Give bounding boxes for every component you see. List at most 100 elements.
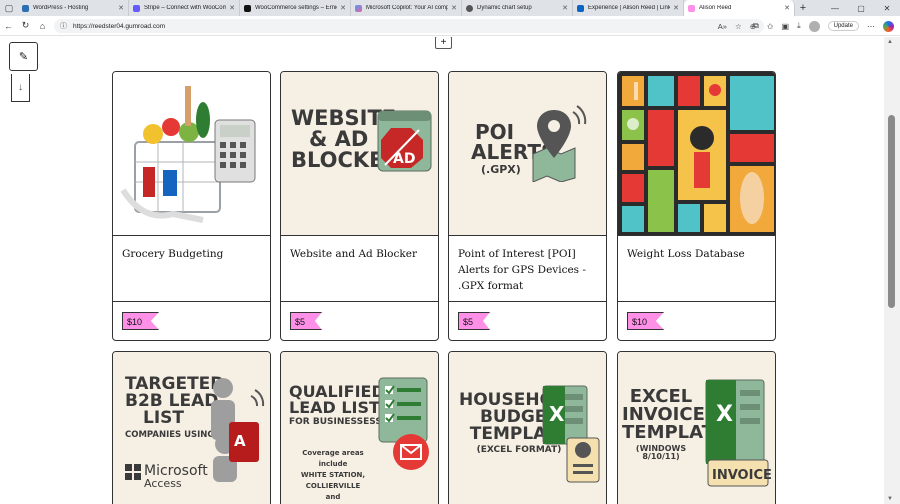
site-info-icon[interactable]: ⓘ [60, 21, 67, 31]
map-pin-icon [532, 105, 587, 182]
refresh-icon[interactable]: ↻ [17, 16, 34, 36]
back-icon[interactable]: ← [0, 16, 17, 36]
product-card[interactable]: Grocery Budgeting $10 [112, 71, 271, 341]
invoice-label: INVOICE [712, 468, 772, 483]
chatgpt-favicon-icon [466, 4, 473, 12]
thumb-text: Access [144, 477, 182, 490]
close-icon[interactable]: ✕ [673, 4, 679, 12]
close-icon[interactable]: ✕ [229, 4, 235, 12]
price-tag: $10 [122, 312, 160, 330]
new-tab-button[interactable]: + [795, 0, 811, 16]
tab-wordpress[interactable]: WordPress - Hosting ✕ [18, 0, 129, 16]
thumb-text: Microsoft [144, 463, 208, 479]
tab-stripe[interactable]: Stripe – Connect with WooComm ✕ [129, 0, 240, 16]
people-access-icon [211, 378, 265, 482]
tab-copilot[interactable]: Microsoft Copilot: Your AI comp ✕ [351, 0, 462, 16]
window-controls: — ▢ ✕ [822, 0, 900, 16]
microsoft-logo-icon [125, 464, 141, 480]
price-area: $10 [618, 302, 775, 340]
read-aloud-icon[interactable]: A» [718, 22, 727, 31]
update-button[interactable]: Update [827, 21, 859, 31]
thumb-text: WHITE STATION, [300, 471, 366, 479]
product-thumbnail[interactable] [618, 72, 775, 236]
thumb-text: TEMPLATE [622, 422, 727, 443]
gumroad-favicon-icon [688, 4, 695, 12]
product-card[interactable]: QUALIFIED LEAD LIST FOR BUSINESSESS Cove… [280, 351, 439, 504]
product-card[interactable]: POI ALERTS (.GPX) Point of Interest [POI… [448, 71, 607, 341]
url-text[interactable]: https://reedster04.gumroad.com [73, 23, 718, 30]
product-title[interactable]: Grocery Budgeting [113, 236, 270, 302]
product-card[interactable]: TARGETED B2B LEAD LIST COMPANIES USING M… [112, 351, 271, 504]
product-title[interactable]: Weight Loss Database [618, 236, 775, 302]
excel-budget-icon [542, 385, 600, 483]
product-title[interactable]: Website and Ad Blocker [281, 236, 438, 302]
excel-badge: X [716, 402, 733, 427]
tab-label: Alison Reed [699, 5, 732, 11]
tab-linkedin[interactable]: Experience | Alison Reed | Linked ✕ [573, 0, 684, 16]
downloads-icon[interactable]: ⤓ [797, 21, 801, 31]
excel-badge: X [549, 402, 565, 426]
price-area: $10 [113, 302, 270, 340]
more-menu-icon[interactable]: ⋯ [867, 22, 875, 31]
gumroad-profile-page: + ✎ ↓ Grocery Budgeting $10 WEBSITE & AD… [0, 37, 884, 504]
price-tag: $5 [290, 312, 323, 330]
address-bar[interactable]: ⓘ https://reedster04.gumroad.com A» ☆ ⊕ [54, 19, 764, 33]
product-card[interactable]: Weight Loss Database $10 [617, 71, 776, 341]
close-window-icon[interactable]: ✕ [874, 0, 900, 16]
scroll-down-icon[interactable]: ▼ [887, 496, 893, 502]
tab-label: Stripe – Connect with WooComm [144, 5, 227, 11]
product-thumbnail[interactable]: HOUSEHOLD BUDGET TEMPLATE (EXCEL FORMAT)… [449, 352, 606, 504]
thumb-text: FOR BUSINESSESS [289, 417, 382, 427]
close-icon[interactable]: ✕ [118, 4, 124, 12]
tab-woocommerce[interactable]: WooCommerce settings – Ernie N ✕ [240, 0, 351, 16]
profile-avatar[interactable] [808, 20, 820, 32]
copilot-favicon-icon [355, 4, 362, 12]
product-card[interactable]: EXCEL INVOICE TEMPLATE (WINDOWS 8/10/11)… [617, 351, 776, 504]
tab-label: Dynamic chart setup [477, 5, 532, 11]
favorites-icon[interactable]: ✩ [767, 22, 774, 31]
product-title[interactable]: Point of Interest [POI] Alerts for GPS D… [449, 236, 606, 302]
product-thumbnail[interactable]: QUALIFIED LEAD LIST FOR BUSINESSESS Cove… [281, 352, 438, 504]
extensions-icon[interactable]: ⧉ [753, 21, 759, 31]
browser-toolbar: ← ↻ ⌂ ⓘ https://reedster04.gumroad.com A… [0, 16, 900, 36]
product-card[interactable]: WEBSITE & AD BLOCKER AD Website and Ad B… [280, 71, 439, 341]
maximize-icon[interactable]: ▢ [848, 0, 874, 16]
product-thumbnail[interactable]: POI ALERTS (.GPX) [449, 72, 606, 236]
grocery-basket-illustration [120, 86, 256, 223]
move-down-button[interactable]: ↓ [11, 74, 30, 102]
product-thumbnail[interactable]: EXCEL INVOICE TEMPLATE (WINDOWS 8/10/11)… [618, 352, 775, 504]
ad-badge: AD [393, 151, 416, 167]
price-area: $5 [449, 302, 606, 340]
access-badge: A [234, 432, 246, 450]
tab-strip: ▢ WordPress - Hosting ✕ Stripe – Connect… [0, 0, 900, 16]
minimize-icon[interactable]: — [822, 0, 848, 16]
close-icon[interactable]: ✕ [340, 4, 346, 12]
tab-dynamic-chart[interactable]: Dynamic chart setup ✕ [462, 0, 573, 16]
copilot-icon[interactable] [883, 20, 894, 32]
thumb-text: (WINDOWS 8/10/11) [635, 444, 687, 461]
thumb-text: LEAD LIST [289, 398, 380, 417]
tab-actions-icon[interactable]: ▢ [0, 0, 18, 16]
add-section-button[interactable]: + [435, 37, 452, 49]
product-thumbnail[interactable] [113, 72, 270, 236]
linkedin-favicon-icon [577, 4, 584, 12]
tab-alison-reed[interactable]: Alison Reed ✕ [684, 0, 795, 16]
product-thumbnail[interactable]: TARGETED B2B LEAD LIST COMPANIES USING M… [113, 352, 270, 504]
scroll-up-icon[interactable]: ▲ [887, 39, 893, 45]
tab-label: Microsoft Copilot: Your AI comp [366, 5, 449, 11]
close-icon[interactable]: ✕ [784, 4, 790, 12]
tab-label: WooCommerce settings – Ernie N [255, 5, 338, 11]
checklist-email-icon [378, 377, 429, 470]
thumb-text: Coverage areas include [302, 449, 364, 468]
thumb-text: COLLIERVILLE [305, 482, 361, 490]
scrollbar-thumb[interactable] [888, 115, 895, 308]
product-thumbnail[interactable]: WEBSITE & AD BLOCKER AD [281, 72, 438, 236]
home-icon[interactable]: ⌂ [34, 16, 51, 36]
favorite-star-icon[interactable]: ☆ [735, 22, 742, 31]
close-icon[interactable]: ✕ [562, 4, 568, 12]
edit-pencil-button[interactable]: ✎ [9, 42, 38, 71]
product-card[interactable]: HOUSEHOLD BUDGET TEMPLATE (EXCEL FORMAT)… [448, 351, 607, 504]
collections-icon[interactable]: ▣ [782, 22, 790, 31]
close-icon[interactable]: ✕ [451, 4, 457, 12]
vertical-scrollbar[interactable]: ▲ ▼ [884, 37, 900, 504]
